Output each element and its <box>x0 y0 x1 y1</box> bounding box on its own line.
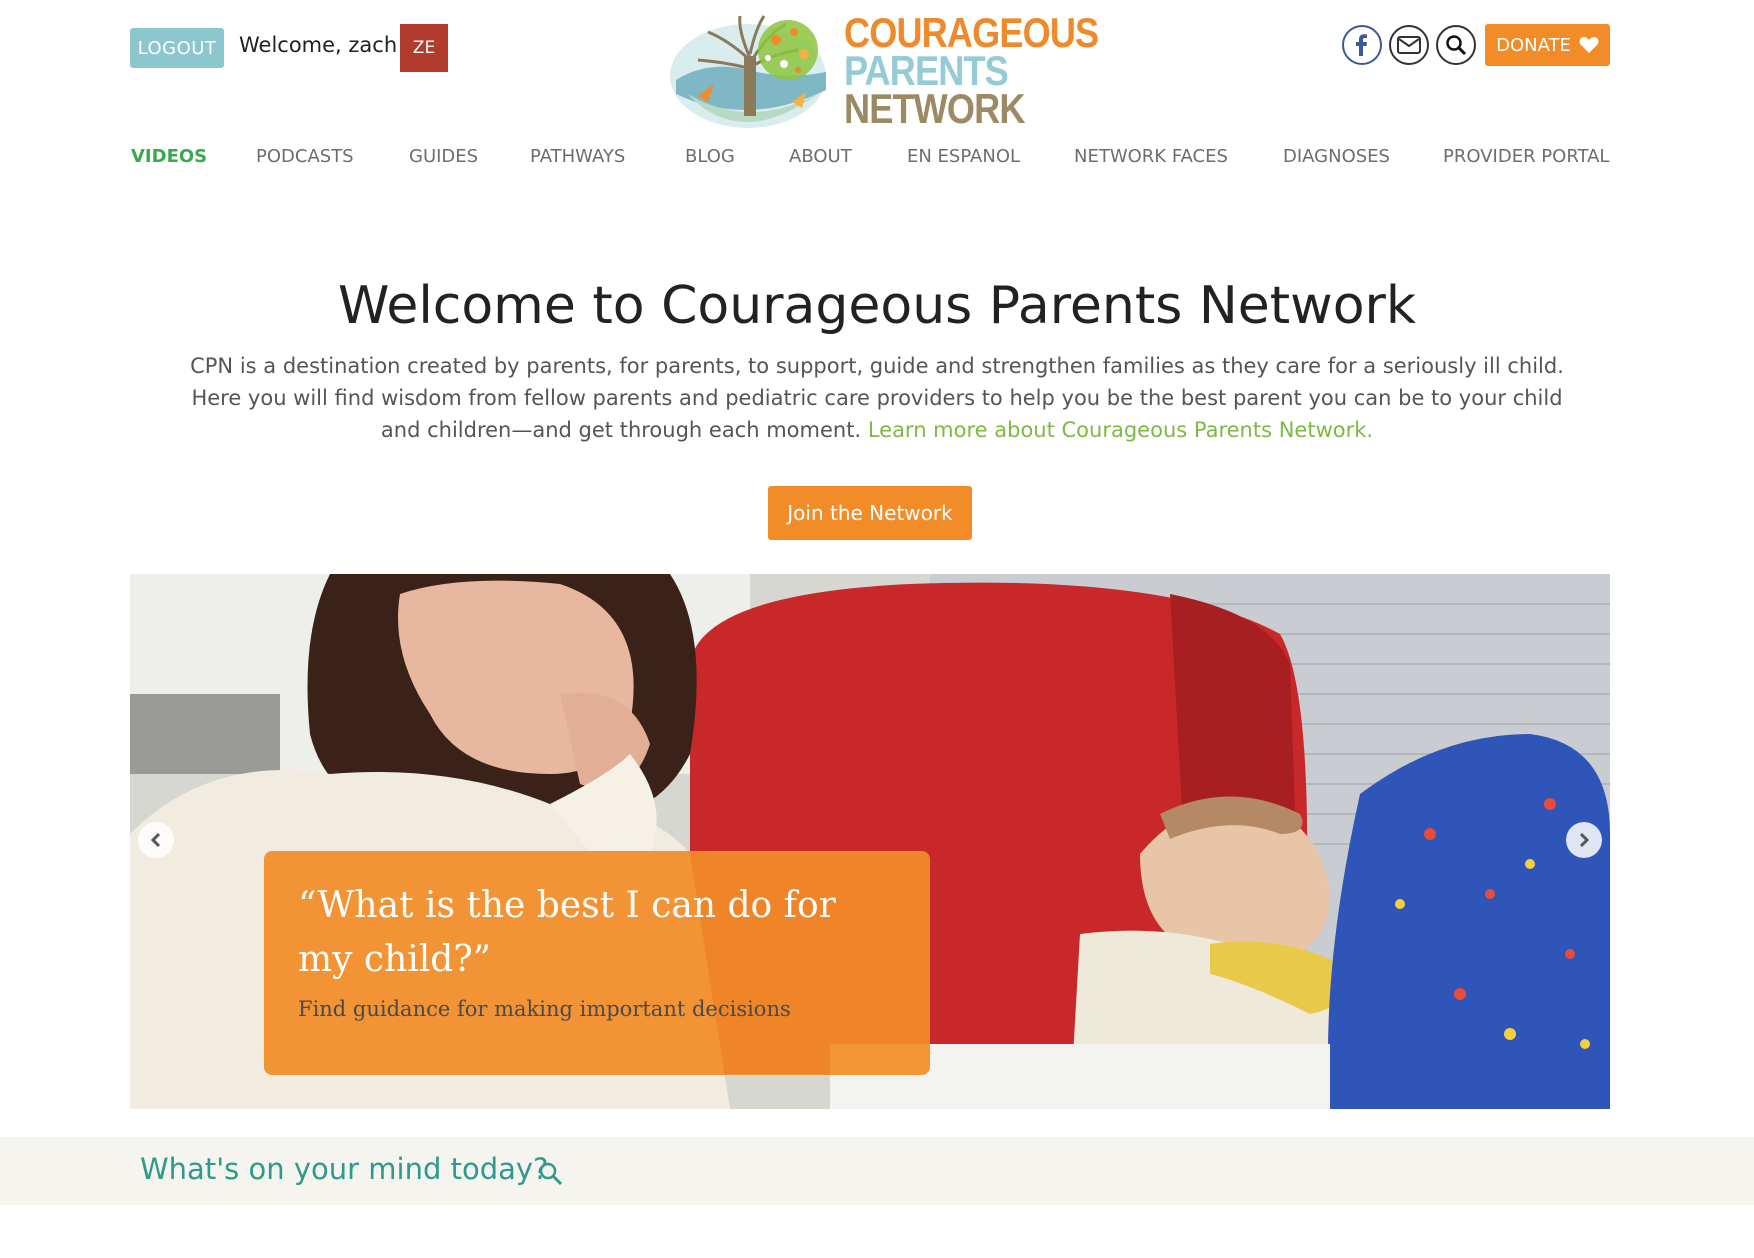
hero-slider: “What is the best I can do for my child?… <box>130 574 1610 1109</box>
nav-item-podcasts[interactable]: PODCASTS <box>256 146 354 167</box>
logout-button[interactable]: LOGOUT <box>130 28 224 68</box>
heart-icon <box>1579 37 1599 53</box>
intro-paragraph: CPN is a destination created by parents,… <box>190 350 1564 446</box>
hero-quote: “What is the best I can do for my child?… <box>298 885 836 980</box>
mind-search-bar: What's on your mind today? <box>0 1137 1754 1205</box>
learn-more-link[interactable]: Learn more about Courageous Parents Netw… <box>868 418 1373 442</box>
join-network-button[interactable]: Join the Network <box>768 486 972 540</box>
donate-button[interactable]: DONATE <box>1485 24 1610 66</box>
nav-item-videos[interactable]: VIDEOS <box>131 146 207 167</box>
email-button[interactable] <box>1389 25 1429 65</box>
hero-subtitle: Find guidance for making important decis… <box>298 997 791 1021</box>
donate-label: DONATE <box>1496 34 1571 56</box>
chevron-right-icon <box>1579 832 1590 848</box>
site-logo[interactable]: COURAGEOUS PARENTS NETWORK <box>668 10 1099 132</box>
mind-prompt[interactable]: What's on your mind today? <box>140 1152 548 1186</box>
slider-next-button[interactable] <box>1566 822 1602 858</box>
nav-item-provider-portal[interactable]: PROVIDER PORTAL <box>1443 146 1609 167</box>
nav-item-en-espanol[interactable]: EN ESPANOL <box>907 146 1020 167</box>
main-nav: VIDEOS PODCASTS GUIDES PATHWAYS BLOG ABO… <box>131 146 1611 176</box>
hero-quote-card[interactable]: “What is the best I can do for my child?… <box>264 851 930 1075</box>
logo-line-3: NETWORK <box>844 85 1025 132</box>
logo-tree-icon <box>670 15 826 128</box>
facebook-button[interactable] <box>1342 25 1382 65</box>
nav-item-pathways[interactable]: PATHWAYS <box>530 146 625 167</box>
search-icon[interactable] <box>538 1161 564 1187</box>
avatar[interactable]: ZE <box>400 24 448 72</box>
mail-icon <box>1397 36 1421 54</box>
search-button[interactable] <box>1436 25 1476 65</box>
nav-item-about[interactable]: ABOUT <box>789 146 852 167</box>
slider-prev-button[interactable] <box>138 822 174 858</box>
nav-item-diagnoses[interactable]: DIAGNOSES <box>1283 146 1390 167</box>
search-icon <box>1446 35 1467 56</box>
page-title: Welcome to Courageous Parents Network <box>337 276 1417 336</box>
welcome-text: Welcome, zach <box>239 33 398 57</box>
nav-item-network-faces[interactable]: NETWORK FACES <box>1074 146 1228 167</box>
chevron-left-icon <box>150 832 161 848</box>
nav-item-blog[interactable]: BLOG <box>685 146 735 167</box>
nav-item-guides[interactable]: GUIDES <box>409 146 478 167</box>
facebook-icon <box>1356 34 1367 56</box>
